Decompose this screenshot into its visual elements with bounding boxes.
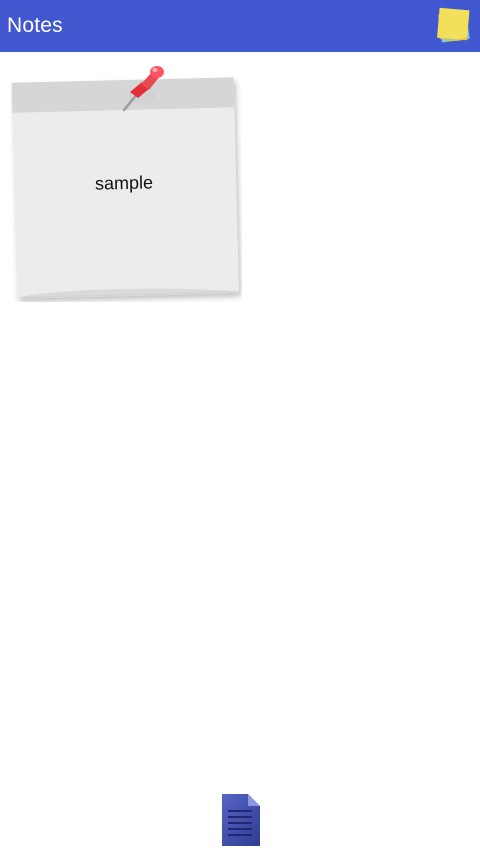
sticky-notes-icon: [437, 7, 470, 43]
note-card[interactable]: sample: [10, 58, 242, 302]
add-note-button[interactable]: [218, 792, 264, 848]
app-title: Notes: [7, 14, 63, 37]
pushpin-icon: [122, 66, 164, 112]
sticky-notes-button[interactable]: [432, 5, 474, 49]
app-bar: Notes: [0, 0, 480, 52]
note-text: sample: [94, 172, 154, 194]
document-icon: [222, 794, 260, 846]
